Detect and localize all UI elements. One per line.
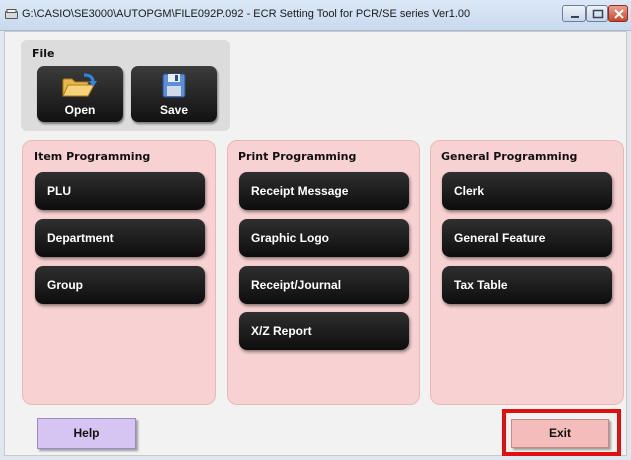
tax-table-button[interactable]: Tax Table xyxy=(442,266,612,304)
receipt-message-button[interactable]: Receipt Message xyxy=(239,172,409,210)
exit-highlight-box: Exit xyxy=(502,409,621,456)
general-feature-button[interactable]: General Feature xyxy=(442,219,612,257)
print-programming-title: Print Programming xyxy=(238,150,357,163)
maximize-icon xyxy=(592,9,604,19)
group-button[interactable]: Group xyxy=(35,266,205,304)
window-title: G:\CASIO\SE3000\AUTOPGM\FILE092P.092 - E… xyxy=(22,8,471,20)
clerk-button[interactable]: Clerk xyxy=(442,172,612,210)
floppy-disk-icon xyxy=(162,73,186,98)
app-icon xyxy=(5,9,18,19)
title-bar: G:\CASIO\SE3000\AUTOPGM\FILE092P.092 - E… xyxy=(0,0,631,31)
minimize-icon xyxy=(571,16,579,18)
xz-report-button[interactable]: X/Z Report xyxy=(239,312,409,350)
close-icon xyxy=(614,9,624,19)
help-button[interactable]: Help xyxy=(37,418,136,449)
general-programming-title: General Programming xyxy=(441,150,578,163)
receipt-journal-button[interactable]: Receipt/Journal xyxy=(239,266,409,304)
department-button[interactable]: Department xyxy=(35,219,205,257)
save-button[interactable]: Save xyxy=(131,66,217,122)
save-button-label: Save xyxy=(159,103,189,117)
exit-button[interactable]: Exit xyxy=(511,419,609,448)
item-programming-title: Item Programming xyxy=(34,150,151,163)
file-panel-title: File xyxy=(32,47,55,60)
minimize-button[interactable] xyxy=(562,5,586,22)
close-button[interactable] xyxy=(608,5,628,22)
open-folder-icon xyxy=(62,73,97,97)
open-button[interactable]: Open xyxy=(37,66,123,122)
plu-button[interactable]: PLU xyxy=(35,172,205,210)
graphic-logo-button[interactable]: Graphic Logo xyxy=(239,219,409,257)
maximize-button[interactable] xyxy=(586,5,608,22)
open-button-label: Open xyxy=(64,103,96,117)
